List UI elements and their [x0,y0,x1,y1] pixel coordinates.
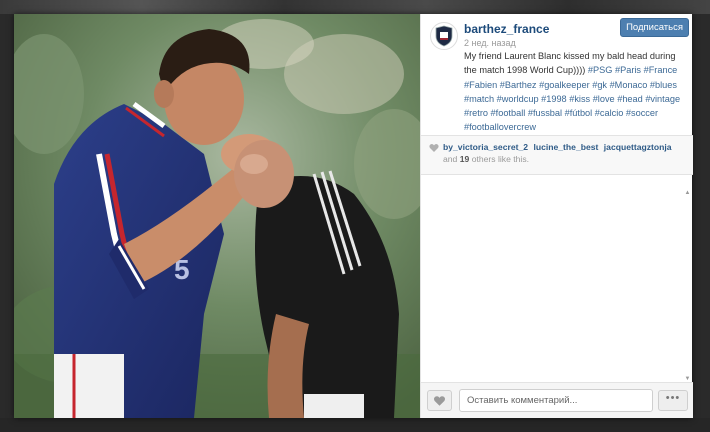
club-crest-icon [435,25,453,47]
liker-link[interactable]: jacquettagztonja [604,142,672,152]
post-sidebar: barthez_france 2 нед. назад Подписаться … [420,14,693,418]
likes-section: by_victoria_secret_2 lucine_the_best jac… [421,136,693,174]
post-photo[interactable]: 5 [14,14,420,418]
liker-link[interactable]: lucine_the_best [533,142,598,152]
comment-footer: ••• [421,382,693,418]
others-suffix: others like this. [471,154,530,164]
backdrop-strip [0,0,710,14]
backdrop-bottom [0,418,710,432]
comment-input[interactable] [459,389,653,412]
scroll-up-arrow-icon[interactable]: ▲ [684,190,691,197]
like-button[interactable] [427,390,452,411]
post-header: barthez_france 2 нед. назад Подписаться … [421,14,693,138]
heart-icon [433,395,446,406]
others-like-text: and 19 others like this. [443,154,529,164]
post-modal: 5 barthez_france 2 нед. назад Подписатьс… [14,14,693,418]
comments-scrollbar[interactable]: ▲ ▼ [684,177,691,382]
likers-list: by_victoria_secret_2 lucine_the_best jac… [443,142,691,152]
liker-link[interactable]: by_victoria_secret_2 [443,142,528,152]
username-link[interactable]: barthez_france [464,22,549,36]
avatar[interactable] [430,22,458,50]
follow-button[interactable]: Подписаться [620,18,689,37]
photo-illustration: 5 [14,14,420,418]
more-options-button[interactable]: ••• [658,390,688,411]
others-prefix: and [443,154,458,164]
post-caption: My friend Laurent Blanc kissed my bald h… [464,49,690,135]
post-time[interactable]: 2 нед. назад [464,38,516,48]
hashtags[interactable]: #PSG #Paris #France #Fabien #Barthez #go… [464,65,680,132]
comments-area: ▲ ▼ [421,175,693,382]
others-count[interactable]: 19 [460,154,470,164]
heart-icon [429,144,439,152]
